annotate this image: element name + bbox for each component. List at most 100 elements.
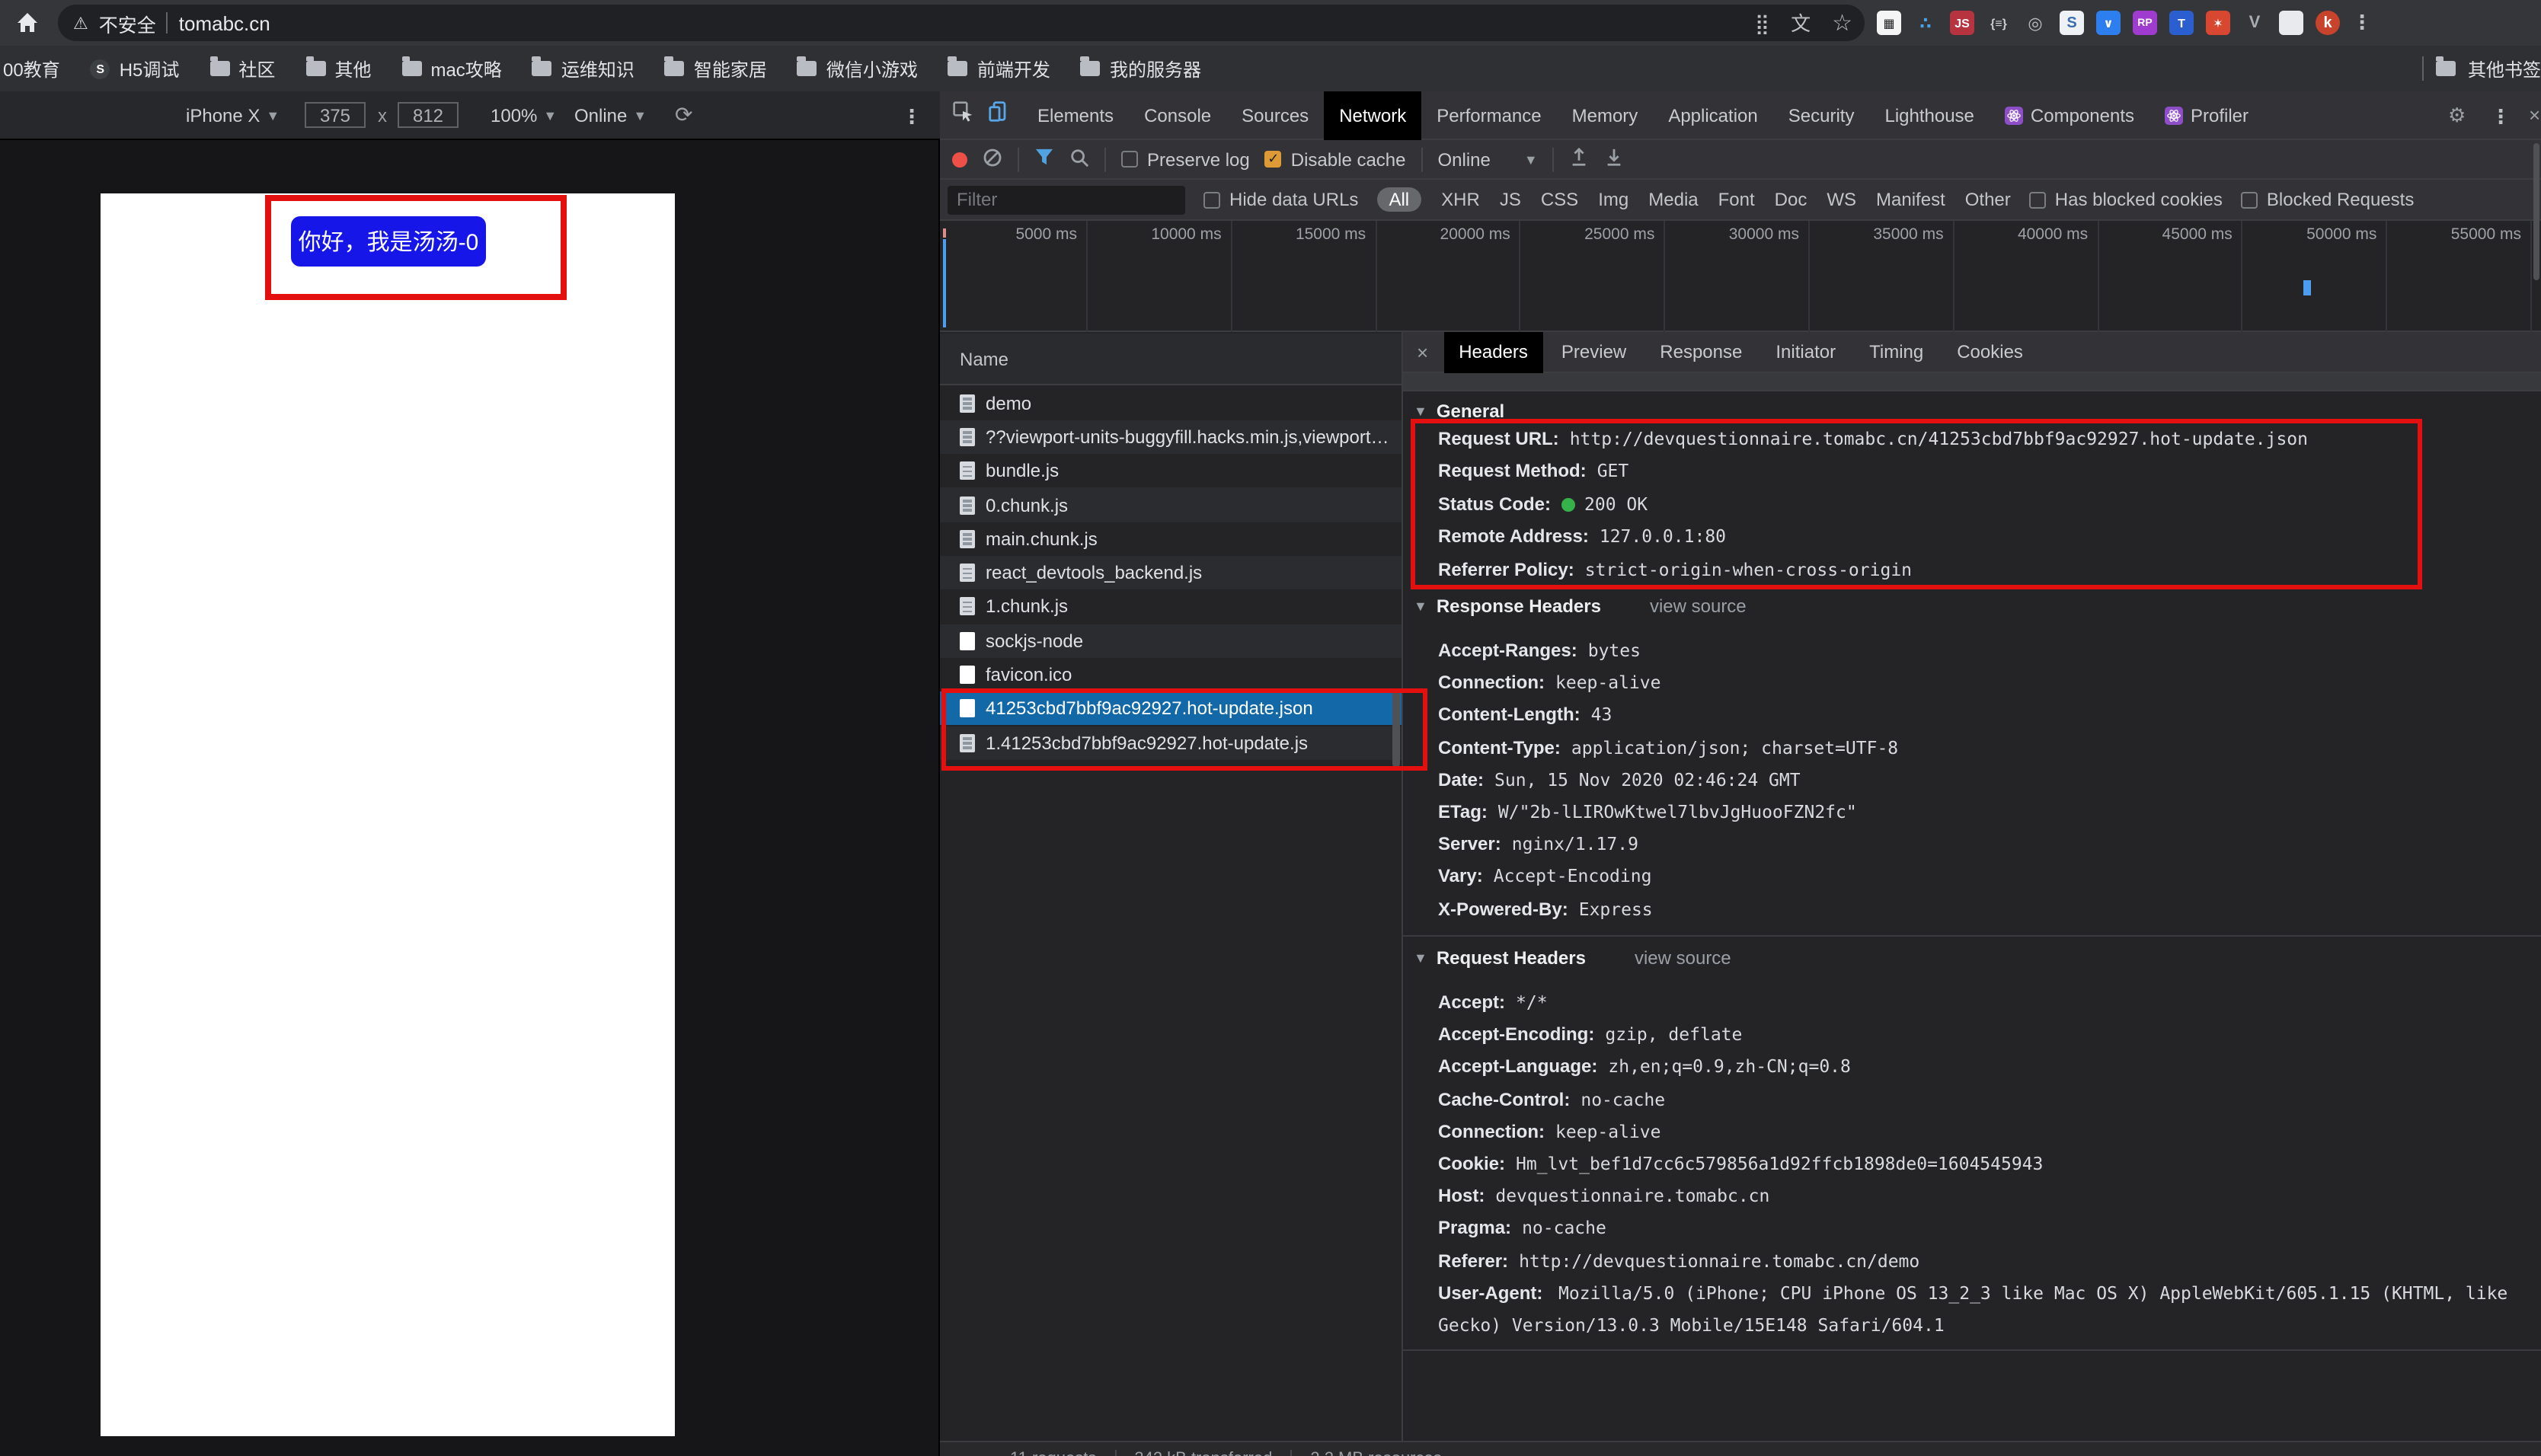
filter-type-img[interactable]: Img (1598, 189, 1628, 210)
devtools-scrollbar[interactable] (2533, 143, 2539, 280)
clear-icon[interactable] (983, 147, 1002, 171)
filter-funnel-icon[interactable] (1034, 148, 1054, 171)
has-blocked-cookies-checkbox[interactable] (2028, 191, 2046, 208)
bookmark-folder[interactable]: 社区 (209, 56, 275, 81)
tab-network[interactable]: Network (1324, 91, 1422, 139)
request-row[interactable]: 1.chunk.js (940, 590, 1402, 624)
apps-grid-icon[interactable]: ⣿ (1755, 13, 1769, 33)
blocked-requests-toggle[interactable]: Blocked Requests (2240, 189, 2414, 210)
javascript-icon[interactable]: JS (1950, 11, 1974, 35)
translate-icon[interactable]: 文 (1791, 13, 1811, 33)
rp-icon[interactable]: RP (2133, 11, 2157, 35)
request-row[interactable]: 0.chunk.js (940, 487, 1402, 522)
device-toolbar-toggle-icon[interactable] (983, 101, 1022, 129)
view-source-link[interactable]: view source (1650, 595, 1747, 617)
request-headers-section-header[interactable]: ▼ Request Headers view source (1414, 947, 1731, 969)
bookmark-folder[interactable]: mac攻略 (401, 56, 502, 81)
contacts-icon[interactable]: ∴ (1913, 11, 1938, 35)
tab-sources[interactable]: Sources (1226, 91, 1324, 139)
other-bookmarks[interactable]: 其他书签 (2410, 46, 2541, 91)
bookmark-folder[interactable]: 其他 (305, 56, 371, 81)
stylus-icon[interactable]: S (2060, 11, 2084, 35)
filter-type-js[interactable]: JS (1500, 189, 1521, 210)
filter-type-manifest[interactable]: Manifest (1876, 189, 1945, 210)
browser-menu-icon[interactable]: ⋮ (2352, 11, 2372, 35)
tab-console[interactable]: Console (1129, 91, 1226, 139)
devtools-menu-icon[interactable]: ⋮ (2491, 105, 2511, 129)
disable-cache-toggle[interactable]: ✓ Disable cache (1264, 148, 1406, 170)
bookmark-item[interactable]: 00教育 (3, 56, 60, 81)
qr-code-icon[interactable]: ▦ (1877, 11, 1901, 35)
bookmark-folder[interactable]: 我的服务器 (1080, 56, 1201, 81)
device-select[interactable]: iPhone X ▼ (186, 91, 280, 140)
double-chevron-icon[interactable]: ∨ (2096, 11, 2121, 35)
tab-elements[interactable]: Elements (1022, 91, 1129, 139)
puzzle-icon[interactable] (2279, 11, 2303, 35)
record-icon[interactable] (952, 152, 967, 167)
throttle-select[interactable]: Online ▼ (574, 91, 647, 140)
network-overview[interactable]: 5000 ms 10000 ms 15000 ms 20000 ms 25000… (940, 221, 2541, 332)
tab-application[interactable]: Application (1653, 91, 1772, 139)
hide-data-urls-toggle[interactable]: Hide data URLs (1203, 189, 1358, 210)
bookmark-folder[interactable]: 微信小游戏 (797, 56, 918, 81)
settings-gear-icon[interactable]: ⚙ (2448, 105, 2466, 125)
url-text[interactable]: tomabc.cn (179, 11, 270, 34)
request-list-header[interactable]: Name (940, 334, 1402, 385)
import-har-icon[interactable] (1570, 146, 1590, 171)
filter-type-other[interactable]: Other (1965, 189, 2011, 210)
tab-security[interactable]: Security (1773, 91, 1870, 139)
blocked-requests-checkbox[interactable] (2240, 191, 2258, 208)
tab-performance[interactable]: Performance (1421, 91, 1556, 139)
has-blocked-cookies-toggle[interactable]: Has blocked cookies (2028, 189, 2223, 210)
tab-preview[interactable]: Preview (1546, 331, 1641, 372)
tab-response[interactable]: Response (1644, 331, 1757, 372)
tab-headers[interactable]: Headers (1443, 331, 1543, 372)
request-row[interactable]: react_devtools_backend.js (940, 556, 1402, 590)
bookmark-folder[interactable]: 运维知识 (532, 56, 634, 81)
request-row[interactable]: favicon.ico (940, 658, 1402, 692)
viewport-height-input[interactable]: 812 (398, 102, 459, 128)
bookmark-folder[interactable]: 智能家居 (664, 56, 767, 81)
request-row[interactable]: demo (940, 386, 1402, 420)
filter-type-ws[interactable]: WS (1827, 189, 1856, 210)
search-icon[interactable] (1069, 147, 1089, 171)
preserve-log-checkbox[interactable] (1121, 151, 1138, 168)
close-icon[interactable]: × (2529, 105, 2540, 125)
throttling-select[interactable]: Online ▼ (1438, 148, 1538, 170)
ring-icon[interactable]: ◎ (2023, 11, 2047, 35)
filter-type-media[interactable]: Media (1648, 189, 1698, 210)
tab-profiler[interactable]: Profiler (2149, 91, 2264, 139)
filter-type-font[interactable]: Font (1718, 189, 1755, 210)
request-row[interactable]: sockjs-node (940, 624, 1402, 658)
inspect-icon[interactable] (940, 101, 983, 129)
vue-icon[interactable]: V (2242, 11, 2267, 35)
security-warning-icon[interactable]: ⚠ (73, 13, 88, 33)
request-row[interactable]: main.chunk.js (940, 522, 1402, 556)
close-detail-icon[interactable]: × (1403, 340, 1440, 363)
bookmark-folder[interactable]: 前端开发 (948, 56, 1050, 81)
tab-timing[interactable]: Timing (1854, 331, 1939, 372)
home-icon[interactable] (15, 11, 40, 43)
filter-input[interactable] (948, 185, 1185, 214)
atom-icon[interactable]: ✶ (2206, 11, 2230, 35)
preserve-log-toggle[interactable]: Preserve log (1121, 148, 1250, 170)
export-har-icon[interactable] (1605, 147, 1625, 171)
request-row[interactable]: bundle.js (940, 454, 1402, 488)
viewport-width-input[interactable]: 375 (305, 102, 366, 128)
tab-components[interactable]: Components (1990, 91, 2149, 139)
tab-memory[interactable]: Memory (1557, 91, 1654, 139)
tab-cookies[interactable]: Cookies (1942, 331, 2038, 372)
filter-type-all[interactable]: All (1376, 187, 1422, 212)
filter-type-xhr[interactable]: XHR (1441, 189, 1480, 210)
filter-type-css[interactable]: CSS (1541, 189, 1578, 210)
disable-cache-checkbox[interactable]: ✓ (1264, 151, 1282, 168)
request-row[interactable]: ??viewport-units-buggyfill.hacks.min.js,… (940, 420, 1402, 455)
zoom-select[interactable]: 100% ▼ (491, 91, 557, 140)
response-headers-section-header[interactable]: ▼ Response Headers view source (1414, 595, 1747, 617)
omnibox[interactable]: ⚠ 不安全 tomabc.cn ⣿ 文 ☆ (58, 5, 1865, 41)
device-viewport[interactable] (101, 193, 675, 1436)
code-braces-icon[interactable]: {≡} (1986, 11, 2011, 35)
bookmark-item[interactable]: S H5调试 (90, 56, 179, 81)
hide-data-urls-checkbox[interactable] (1203, 191, 1220, 208)
tab-lighthouse[interactable]: Lighthouse (1869, 91, 1989, 139)
